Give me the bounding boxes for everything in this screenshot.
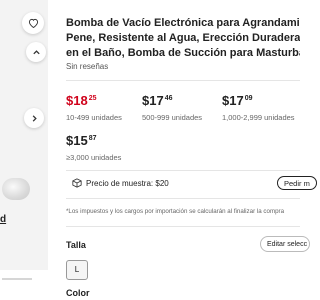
currency-symbol: $ xyxy=(66,93,74,108)
product-photo xyxy=(2,178,30,200)
price-decimal: 09 xyxy=(244,95,253,102)
order-sample-button[interactable]: Pedir m xyxy=(277,176,317,190)
color-title: Color xyxy=(66,288,90,298)
size-option-l[interactable]: L xyxy=(66,260,88,280)
price-tier-1: $ 18 25 10-499 unidades xyxy=(66,94,122,122)
chevron-right-icon xyxy=(32,114,37,122)
price-integer: 17 xyxy=(229,93,244,108)
product-image-panel[interactable] xyxy=(0,0,48,270)
edit-selection-button[interactable]: Editar selecc xyxy=(260,236,310,252)
currency-symbol: $ xyxy=(66,133,74,148)
tier-quantity: 10-499 unidades xyxy=(66,113,122,122)
tier-price: $ 18 25 xyxy=(66,94,122,107)
price-decimal: 25 xyxy=(88,95,97,102)
divider xyxy=(66,170,300,171)
thumb-divider xyxy=(2,278,32,280)
product-info: Bomba de Vacío Electrónica para Agrandam… xyxy=(66,0,317,300)
heart-icon xyxy=(28,18,38,28)
sample-price-label: Precio de muestra: $20 xyxy=(86,179,169,188)
price-integer: 15 xyxy=(73,133,88,148)
tier-quantity: ≥3,000 unidades xyxy=(66,153,122,162)
favorite-button[interactable] xyxy=(22,12,44,34)
price-integer: 17 xyxy=(149,93,164,108)
price-decimal: 87 xyxy=(88,135,97,142)
price-tier-3: $ 17 09 1,000-2,999 unidades xyxy=(222,94,295,122)
currency-symbol: $ xyxy=(142,93,150,108)
chevron-up-icon xyxy=(32,49,40,54)
product-title: Bomba de Vacío Electrónica para Agrandam… xyxy=(66,16,300,61)
price-integer: 18 xyxy=(73,93,88,108)
divider xyxy=(66,198,300,199)
price-decimal: 46 xyxy=(164,95,173,102)
sample-price-row: Precio de muestra: $20 Pedir m xyxy=(66,174,317,196)
tier-quantity: 500-999 unidades xyxy=(142,113,203,122)
divider xyxy=(66,226,300,227)
product-gallery: d xyxy=(0,0,58,300)
gallery-prev-button[interactable] xyxy=(26,42,46,62)
price-tier-2: $ 17 46 500-999 unidades xyxy=(142,94,202,122)
tier-price: $ 17 46 xyxy=(142,94,202,107)
divider xyxy=(66,80,300,81)
title-line: en el Baño, Bomba de Succión para Mastur… xyxy=(66,47,300,59)
size-title: Talla xyxy=(66,240,86,250)
currency-symbol: $ xyxy=(222,93,230,108)
tier-price: $ 17 09 xyxy=(222,94,295,107)
title-line: Pene, Resistente al Agua, Erección Durad… xyxy=(66,32,300,44)
tier-price: $ 15 87 xyxy=(66,134,121,147)
gallery-next-button[interactable] xyxy=(24,108,44,128)
variant-thumb-label[interactable]: d xyxy=(0,214,6,225)
package-icon xyxy=(72,178,82,188)
tax-note: *Los impuestos y los cargos por importac… xyxy=(66,208,285,215)
tier-quantity: 1,000-2,999 unidades xyxy=(222,113,295,122)
reviews-count[interactable]: Sin reseñas xyxy=(66,62,108,71)
price-tier-4: $ 15 87 ≥3,000 unidades xyxy=(66,134,121,162)
title-line: Bomba de Vacío Electrónica para Agrandam… xyxy=(66,17,300,29)
